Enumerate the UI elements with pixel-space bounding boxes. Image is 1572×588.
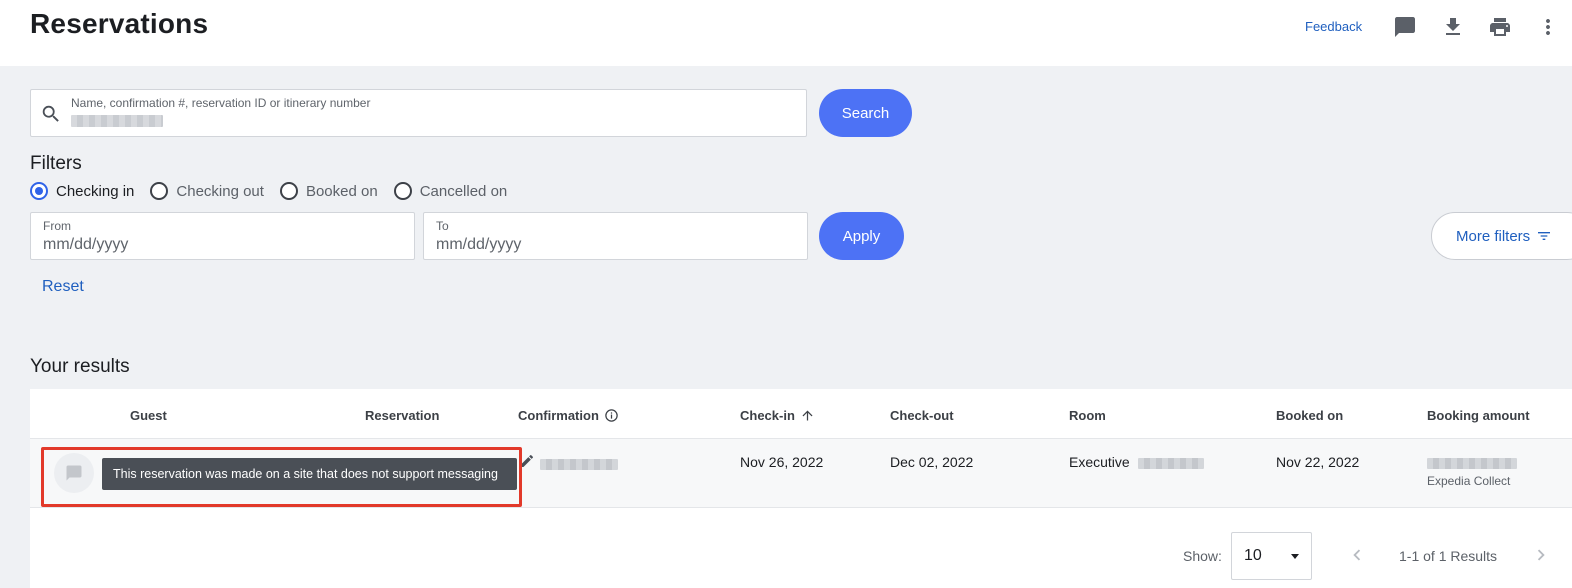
radio-button[interactable] xyxy=(150,182,169,200)
search-label: Name, confirmation #, reservation ID or … xyxy=(71,96,371,110)
to-date-field[interactable]: To mm/dd/yyyy xyxy=(423,212,808,260)
confirmation-number: redacted xyxy=(540,455,618,471)
payment-type: Expedia Collect xyxy=(1427,474,1511,488)
results-title: Your results xyxy=(30,356,130,377)
radio-label: Checking out xyxy=(176,182,264,200)
column-header-reservation[interactable]: Reservation xyxy=(365,408,439,423)
radio-button-checked[interactable] xyxy=(30,182,48,200)
to-date-placeholder: mm/dd/yyyy xyxy=(436,236,522,253)
column-header-check-out[interactable]: Check-out xyxy=(890,408,954,423)
date-type-radio-group: Checking in Checking out Booked on Cance… xyxy=(30,182,523,200)
radio-button[interactable] xyxy=(279,182,298,200)
print-icon[interactable] xyxy=(1487,14,1513,40)
radio-booked-on[interactable]: Booked on xyxy=(279,182,378,200)
search-button[interactable]: Search xyxy=(819,89,912,137)
download-icon[interactable] xyxy=(1440,14,1466,40)
page-size-label: Show: xyxy=(1183,548,1222,564)
pagination-summary: 1-1 of 1 Results xyxy=(1399,548,1498,564)
more-filters-button[interactable]: More filters xyxy=(1431,212,1572,260)
booked-on-date: Nov 22, 2022 xyxy=(1276,454,1360,470)
filter-icon xyxy=(1538,232,1551,240)
radio-label: Checking in xyxy=(56,182,135,200)
chevron-left-icon[interactable] xyxy=(1346,544,1368,566)
radio-checking-in[interactable]: Checking in xyxy=(30,182,134,200)
radio-label: Cancelled on xyxy=(419,182,508,200)
sort-ascending-icon xyxy=(802,410,813,421)
chat-icon[interactable] xyxy=(1392,14,1418,40)
dropdown-caret-icon xyxy=(1291,554,1299,559)
column-header-booking-amount[interactable]: Booking amount xyxy=(1427,408,1530,423)
highlight-annotation xyxy=(41,447,522,507)
page-title: Reservations xyxy=(30,8,209,39)
column-header-confirmation[interactable]: Confirmation xyxy=(518,408,619,423)
column-header-booked-on[interactable]: Booked on xyxy=(1276,408,1343,423)
feedback-link[interactable]: Feedback xyxy=(1305,19,1362,34)
check-in-date: Nov 26, 2022 xyxy=(740,454,824,470)
booking-amount: redacted xyxy=(1427,454,1517,470)
from-date-placeholder: mm/dd/yyyy xyxy=(43,236,129,253)
column-header-guest[interactable]: Guest xyxy=(130,408,167,423)
search-value-redacted: redacted xyxy=(71,115,163,127)
check-out-date: Dec 02, 2022 xyxy=(890,454,974,470)
chevron-right-icon[interactable] xyxy=(1530,544,1552,566)
filters-title: Filters xyxy=(30,153,82,174)
room-type: Executive redacted xyxy=(1069,454,1204,470)
search-icon xyxy=(40,103,62,125)
page-header: Reservations Feedback xyxy=(0,0,1572,66)
page-size-value: 10 xyxy=(1244,547,1262,564)
radio-checking-out[interactable]: Checking out xyxy=(150,182,264,200)
search-input[interactable]: Name, confirmation #, reservation ID or … xyxy=(30,89,807,137)
page-size-select[interactable]: 10 xyxy=(1231,532,1312,580)
results-table: Guest Reservation Confirmation Check-in … xyxy=(30,389,1572,588)
reset-link[interactable]: Reset xyxy=(42,278,84,296)
from-date-label: From xyxy=(43,219,71,233)
to-date-label: To xyxy=(436,219,449,233)
from-date-field[interactable]: From mm/dd/yyyy xyxy=(30,212,415,260)
radio-button[interactable] xyxy=(393,182,412,200)
radio-label: Booked on xyxy=(305,182,378,200)
column-header-check-in[interactable]: Check-in xyxy=(740,408,815,423)
radio-cancelled-on[interactable]: Cancelled on xyxy=(393,182,508,200)
column-header-room[interactable]: Room xyxy=(1069,408,1106,423)
info-icon[interactable] xyxy=(604,408,619,423)
apply-button[interactable]: Apply xyxy=(819,212,904,260)
more-vert-icon[interactable] xyxy=(1535,14,1561,40)
more-filters-label: More filters xyxy=(1456,227,1531,245)
